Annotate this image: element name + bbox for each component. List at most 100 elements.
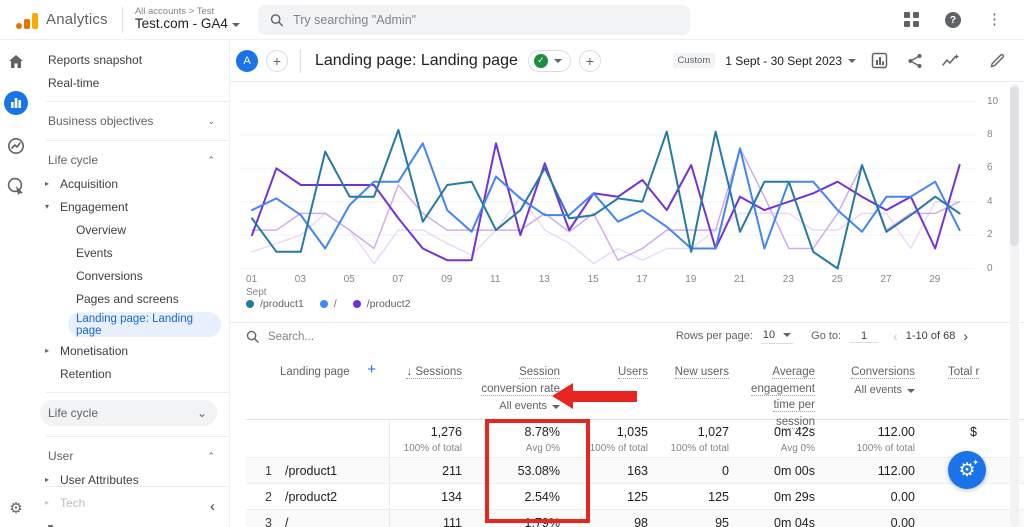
line-chart: 0246810: [240, 100, 1020, 270]
sidebar-item-reports-snapshot[interactable]: Reports snapshot: [32, 48, 229, 71]
rows-per-page-select[interactable]: 10: [761, 329, 793, 344]
sidebar-collection-life-cycle[interactable]: Life cycle⌄: [40, 400, 217, 426]
goto-page-input[interactable]: [849, 330, 879, 343]
avatar[interactable]: A: [236, 50, 258, 72]
sidebar-item-retention[interactable]: Retention: [32, 362, 229, 385]
next-page-icon[interactable]: ›: [963, 328, 968, 344]
legend-label: /: [334, 298, 337, 310]
chevron-down-icon: [232, 23, 240, 27]
sidebar-item-engagement[interactable]: ▾Engagement: [32, 195, 229, 218]
sidebar-item-events[interactable]: Events: [32, 241, 229, 264]
account-switcher[interactable]: All accounts > Test Test.com - GA4: [135, 7, 240, 32]
x-tick-label: 19: [685, 274, 719, 287]
global-search[interactable]: [258, 5, 690, 35]
x-tick-label: 21: [734, 274, 768, 287]
insights-icon[interactable]: [938, 48, 964, 74]
table-search-input[interactable]: [268, 331, 408, 343]
add-dimension-button[interactable]: +: [367, 364, 376, 376]
legend-item[interactable]: /: [320, 298, 337, 310]
legend-dot-icon: [246, 300, 254, 308]
arrow-right-icon: ▸: [45, 179, 49, 188]
sidebar-item-monetisation[interactable]: ▸Monetisation: [32, 339, 229, 362]
explore-icon[interactable]: [7, 177, 25, 195]
legend-dot-icon: [353, 300, 361, 308]
date-range-picker[interactable]: 1 Sept - 30 Sept 2023: [725, 54, 856, 68]
divider: [230, 322, 1024, 323]
col-avg-engagement-time[interactable]: Average engagement time per session: [729, 356, 815, 431]
sidebar-section-life-cycle[interactable]: Life cycle⌃: [32, 148, 229, 172]
edit-icon[interactable]: [984, 48, 1010, 74]
home-icon[interactable]: [8, 54, 24, 69]
annotation-arrow-head: [552, 383, 573, 409]
sidebar-item-landing-page-selected[interactable]: Landing page: Landing page: [68, 312, 221, 337]
col-session-conversion-rate[interactable]: Session conversion rate All events: [462, 356, 560, 431]
more-menu-icon[interactable]: ⋮: [987, 13, 1002, 27]
x-tick-label: 15: [588, 274, 622, 287]
arrow-down-icon: ▾: [45, 202, 49, 211]
table-row[interactable]: 2/product2 134 2.54% 125 125 0m 29s 0.00: [246, 483, 1024, 509]
legend-item[interactable]: /product1: [246, 298, 304, 310]
x-tick-label: 03: [295, 274, 329, 287]
search-icon: [270, 13, 283, 27]
divider: [46, 392, 229, 393]
x-tick-label: 17: [636, 274, 670, 287]
sidebar-item-real-time[interactable]: Real-time: [32, 71, 229, 94]
insights-fab-button[interactable]: ⚙ ✦: [948, 451, 986, 489]
sidebar-item-conversions[interactable]: Conversions: [32, 264, 229, 287]
vertical-scrollbar[interactable]: [1010, 84, 1019, 527]
report-snapshot-icon[interactable]: [866, 48, 892, 74]
legend-item[interactable]: /product2: [353, 298, 411, 310]
add-comparison-button[interactable]: +: [266, 50, 288, 72]
sidebar-item-acquisition[interactable]: ▸Acquisition: [32, 172, 229, 195]
col-conversions[interactable]: Conversions All events: [815, 356, 915, 431]
chart-legend: /product1 / /product2: [246, 298, 410, 310]
prev-page-icon[interactable]: ‹: [893, 328, 898, 344]
scrollbar-thumb[interactable]: [1010, 86, 1019, 246]
col-total-revenue[interactable]: Total r: [915, 356, 1024, 431]
table-header: Landing page + Sessions Session conversi…: [246, 356, 1024, 420]
landing-page-name: /product1: [285, 464, 337, 478]
admin-gear-icon[interactable]: ⚙: [0, 499, 32, 517]
sidebar-item-user-attributes[interactable]: ▸User Attributes: [32, 468, 229, 491]
chevron-down-icon: ⌄: [197, 406, 207, 420]
analytics-logo-icon[interactable]: [16, 11, 38, 29]
sidebar-item-tech[interactable]: ▸Tech: [32, 491, 229, 514]
chart-plot: [240, 100, 1020, 275]
chevron-down-icon: [848, 59, 856, 63]
x-tick-label: 13: [539, 274, 573, 287]
help-icon[interactable]: ?: [945, 12, 961, 28]
x-tick-label: 29: [929, 274, 963, 287]
ga4-app: Analytics All accounts > Test Test.com -…: [0, 0, 1024, 527]
add-report-button[interactable]: +: [579, 50, 601, 72]
sidebar-section-business-objectives[interactable]: Business objectives⌄: [32, 109, 229, 133]
table-search[interactable]: [246, 330, 408, 343]
report-header: A + Landing page: Landing page ✓ + Custo…: [230, 40, 1024, 82]
reports-icon[interactable]: [4, 91, 28, 115]
conversions-event-filter[interactable]: All events: [854, 383, 915, 399]
divider: [46, 101, 229, 102]
sidebar-item-pages-and-screens[interactable]: Pages and screens: [32, 287, 229, 310]
global-search-input[interactable]: [293, 13, 678, 27]
table-row[interactable]: 3/ 111 1.79% 98 95 0m 04s 0.00: [246, 509, 1024, 527]
annotation-arrow: [573, 391, 637, 402]
date-custom-badge: Custom: [673, 53, 716, 68]
share-icon[interactable]: [902, 48, 928, 74]
conversion-rate-event-filter[interactable]: All events: [499, 399, 560, 415]
x-tick-label: 11: [490, 274, 524, 287]
arrow-right-icon: ▸: [45, 346, 49, 355]
col-sessions[interactable]: Sessions: [390, 356, 462, 431]
brand-name: Analytics: [46, 11, 108, 28]
col-new-users[interactable]: New users: [648, 356, 729, 431]
apps-grid-icon[interactable]: [904, 12, 919, 27]
table-row[interactable]: 1/product1 211 53.08% 163 0 0m 00s 112.0…: [246, 457, 1024, 483]
collapse-sidebar-icon[interactable]: ‹: [210, 498, 215, 515]
sidebar-item-library[interactable]: Library: [32, 520, 229, 527]
sidebar-item-overview[interactable]: Overview: [32, 218, 229, 241]
sidebar-section-user[interactable]: User⌃: [32, 444, 229, 468]
saved-state-badge[interactable]: ✓: [528, 50, 571, 72]
page-title: Landing page: Landing page: [315, 52, 518, 70]
chevron-down-icon: [907, 389, 915, 393]
advertising-icon[interactable]: [7, 137, 25, 155]
chevron-up-icon: ⌃: [207, 451, 215, 462]
x-tick-label: 23: [783, 274, 817, 287]
